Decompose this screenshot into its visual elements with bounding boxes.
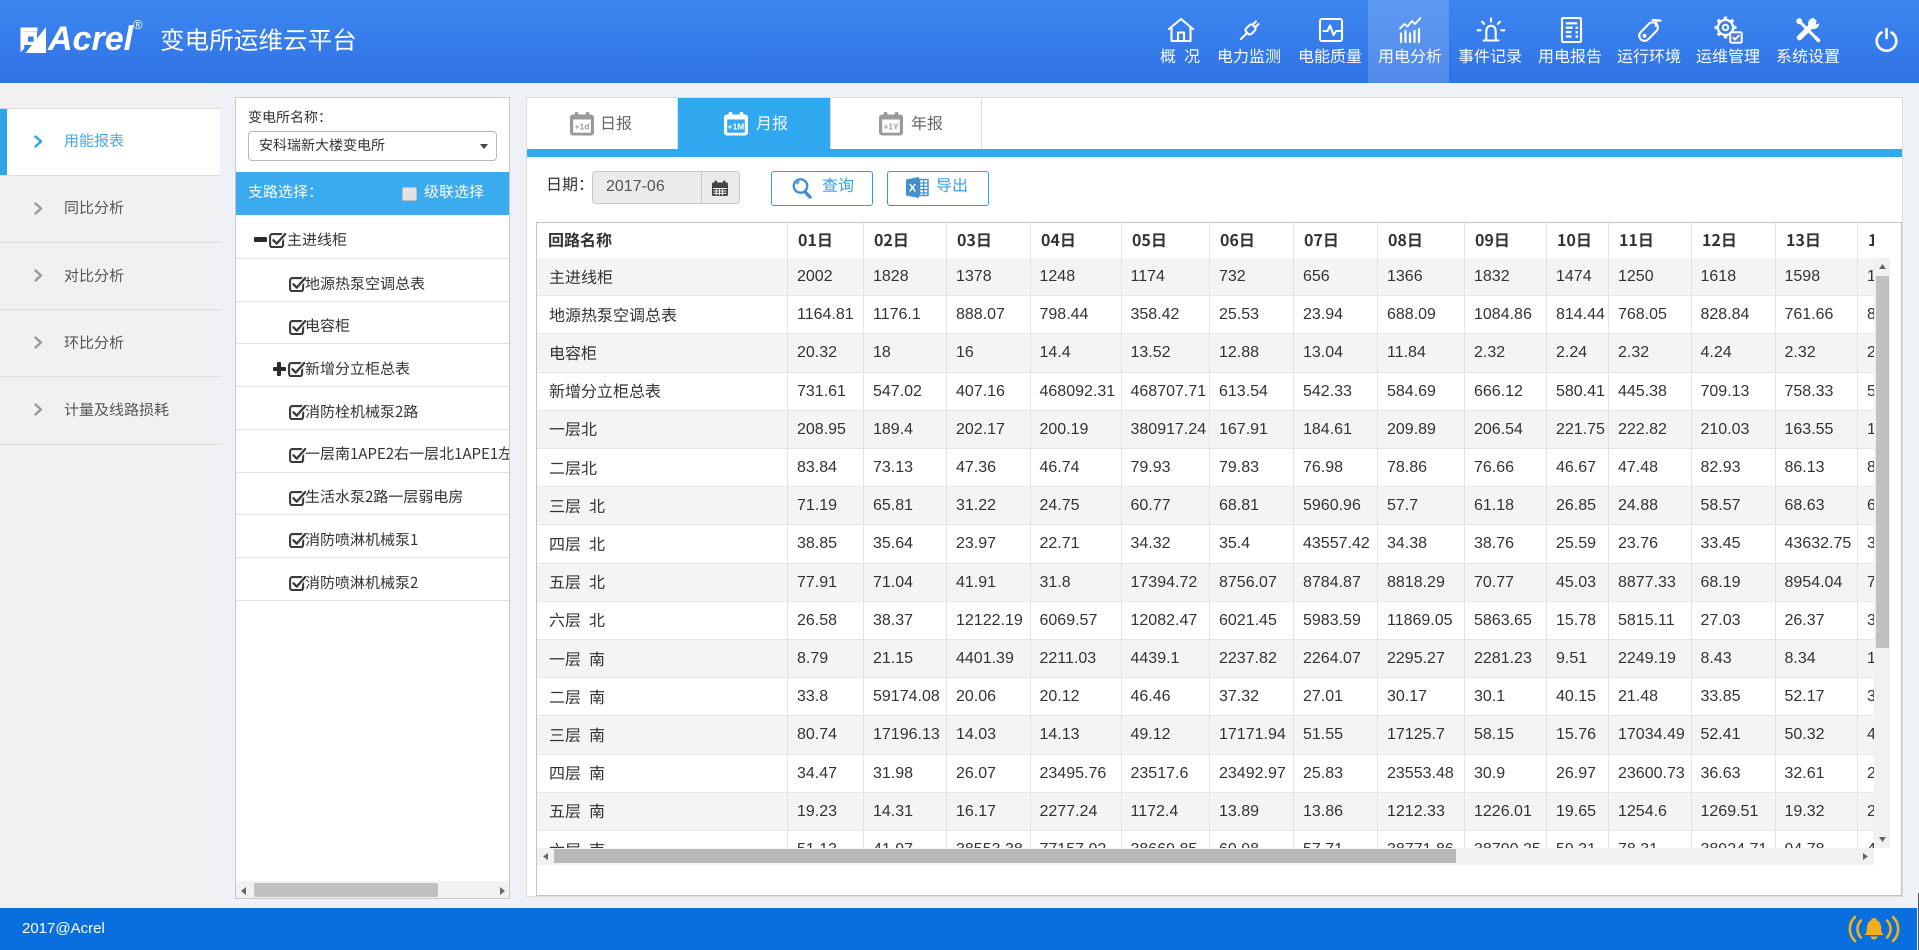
svg-text:+1Y: +1Y [883,121,899,131]
svg-text:+1d: +1d [575,121,590,131]
svg-text:+1M: +1M [728,121,745,131]
svg-text:X: X [909,183,917,195]
